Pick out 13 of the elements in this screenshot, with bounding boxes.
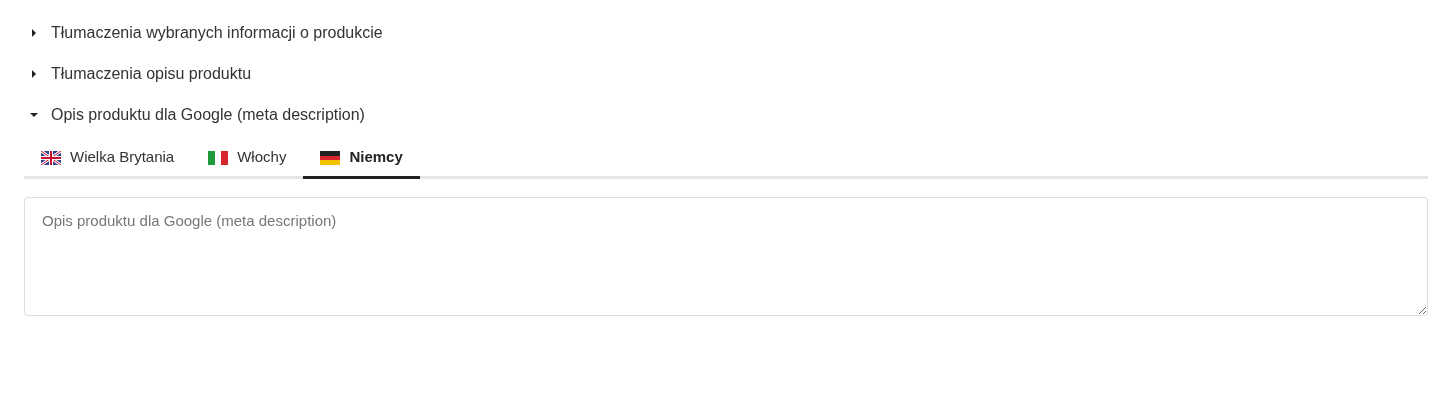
caret-right-icon <box>30 28 38 37</box>
tab[interactable]: Włochy <box>191 139 304 179</box>
description-field[interactable]: Opis produktu dla Google (meta description) <box>24 197 1428 316</box>
caret-down-icon <box>30 110 38 119</box>
flag-icon <box>41 150 61 165</box>
tab[interactable]: Wielka Brytania <box>24 139 192 179</box>
section-toggle[interactable]: Tłumaczenia wybranych informacji o produkcie <box>24 12 383 53</box>
section-toggle[interactable]: Opis produktu dla Google (meta description) <box>24 94 365 135</box>
flag-icon <box>208 150 229 165</box>
caret-right-icon <box>30 69 38 78</box>
tab[interactable]: Niemcy <box>303 139 420 179</box>
section-toggle[interactable]: Tłumaczenia opisu produktu <box>24 53 252 94</box>
flag-icon <box>320 150 341 165</box>
